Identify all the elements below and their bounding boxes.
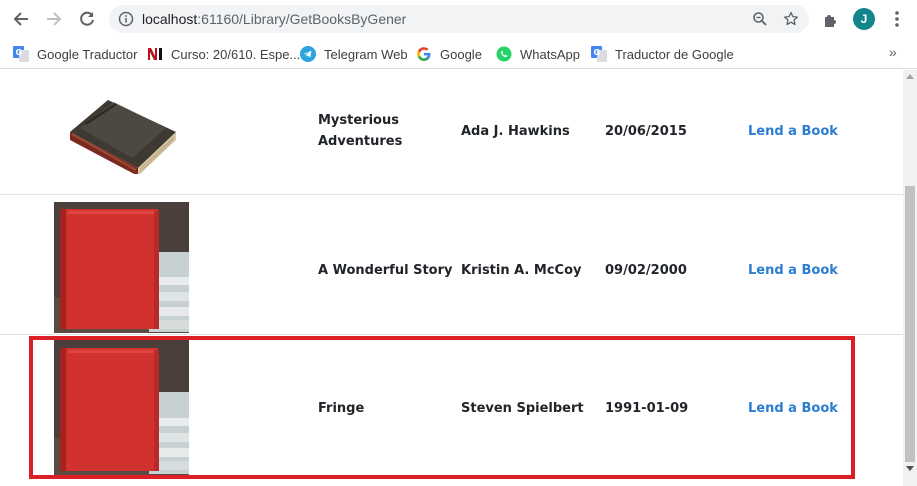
profile-initial: J [860,12,868,26]
table-row: A Wonderful Story Kristin A. McCoy 09/02… [0,195,903,333]
telegram-icon [300,46,316,62]
google-icon [417,47,431,61]
table-row: Mysterious Adventures Ada J. Hawkins 20/… [0,70,903,194]
book-title-line: Mysterious [318,113,399,128]
bookmarks-overflow-button[interactable]: » [889,44,897,60]
forward-button[interactable] [43,8,65,30]
bookmark-google-traductor[interactable]: G Google Traductor [13,44,137,64]
url-host: localhost [142,11,198,27]
book-title-line: Adventures [318,134,403,149]
google-translate-icon: G [13,46,29,62]
arrow-left-icon [13,12,28,26]
row-highlight-box [29,336,855,479]
bookmark-curso[interactable]: Curso: 20/610. Espe... [147,44,300,64]
google-translate-icon: G [591,46,607,62]
lend-book-link[interactable]: Lend a Book [748,260,838,281]
reload-button[interactable] [76,8,98,30]
book-title: A Wonderful Story [318,263,453,278]
lend-book-link[interactable]: Lend a Book [748,121,838,142]
arrow-right-icon [47,12,62,26]
book-cover-image [70,100,176,174]
bookmark-google[interactable]: Google [416,44,482,64]
bookmark-label: Telegram Web [324,46,408,62]
page-content: Mysterious Adventures Ada J. Hawkins 20/… [0,70,903,486]
book-author: Ada J. Hawkins [461,124,570,139]
course-ni-icon [148,48,162,60]
zoom-icon[interactable] [752,11,768,27]
bookmark-whatsapp[interactable]: WhatsApp [496,44,580,64]
menu-kebab-icon[interactable] [887,9,907,29]
info-icon[interactable] [118,11,134,27]
scroll-up-arrow-icon[interactable] [906,74,914,79]
svg-text:G: G [16,48,23,57]
book-date: 09/02/2000 [605,263,687,278]
svg-text:G: G [594,48,601,57]
bookmark-label: WhatsApp [520,46,580,62]
whatsapp-icon [496,46,512,62]
bookmarks-bar: G Google Traductor Curso: 20/610. Espe..… [0,38,917,69]
book-title: Mysterious Adventures [318,110,402,152]
page-scrollbar[interactable] [903,70,917,486]
url-path: :61160/Library/GetBooksByGener [197,11,407,27]
back-button[interactable] [10,8,32,30]
address-bar[interactable]: localhost:61160/Library/GetBooksByGener [109,5,809,33]
book-author: Kristin A. McCoy [461,263,582,278]
book-date: 20/06/2015 [605,124,687,139]
book-cover-image [54,202,189,333]
bookmark-label: Google [440,46,482,62]
bookmark-telegram[interactable]: Telegram Web [300,44,408,64]
browser-toolbar: localhost:61160/Library/GetBooksByGener … [0,0,917,38]
bookmark-label: Traductor de Google [615,46,734,62]
scrollbar-thumb[interactable] [905,186,915,462]
bookmark-label: Curso: 20/610. Espe... [171,46,301,62]
url-text[interactable]: localhost:61160/Library/GetBooksByGener [142,11,406,27]
reload-icon [80,11,94,26]
bookmark-traductor-de-google[interactable]: G Traductor de Google [591,44,734,64]
profile-avatar[interactable]: J [853,8,875,30]
extensions-icon[interactable] [821,9,841,29]
star-icon[interactable] [783,11,799,27]
scroll-down-arrow-icon[interactable] [906,466,914,471]
bookmark-label: Google Traductor [37,46,138,62]
